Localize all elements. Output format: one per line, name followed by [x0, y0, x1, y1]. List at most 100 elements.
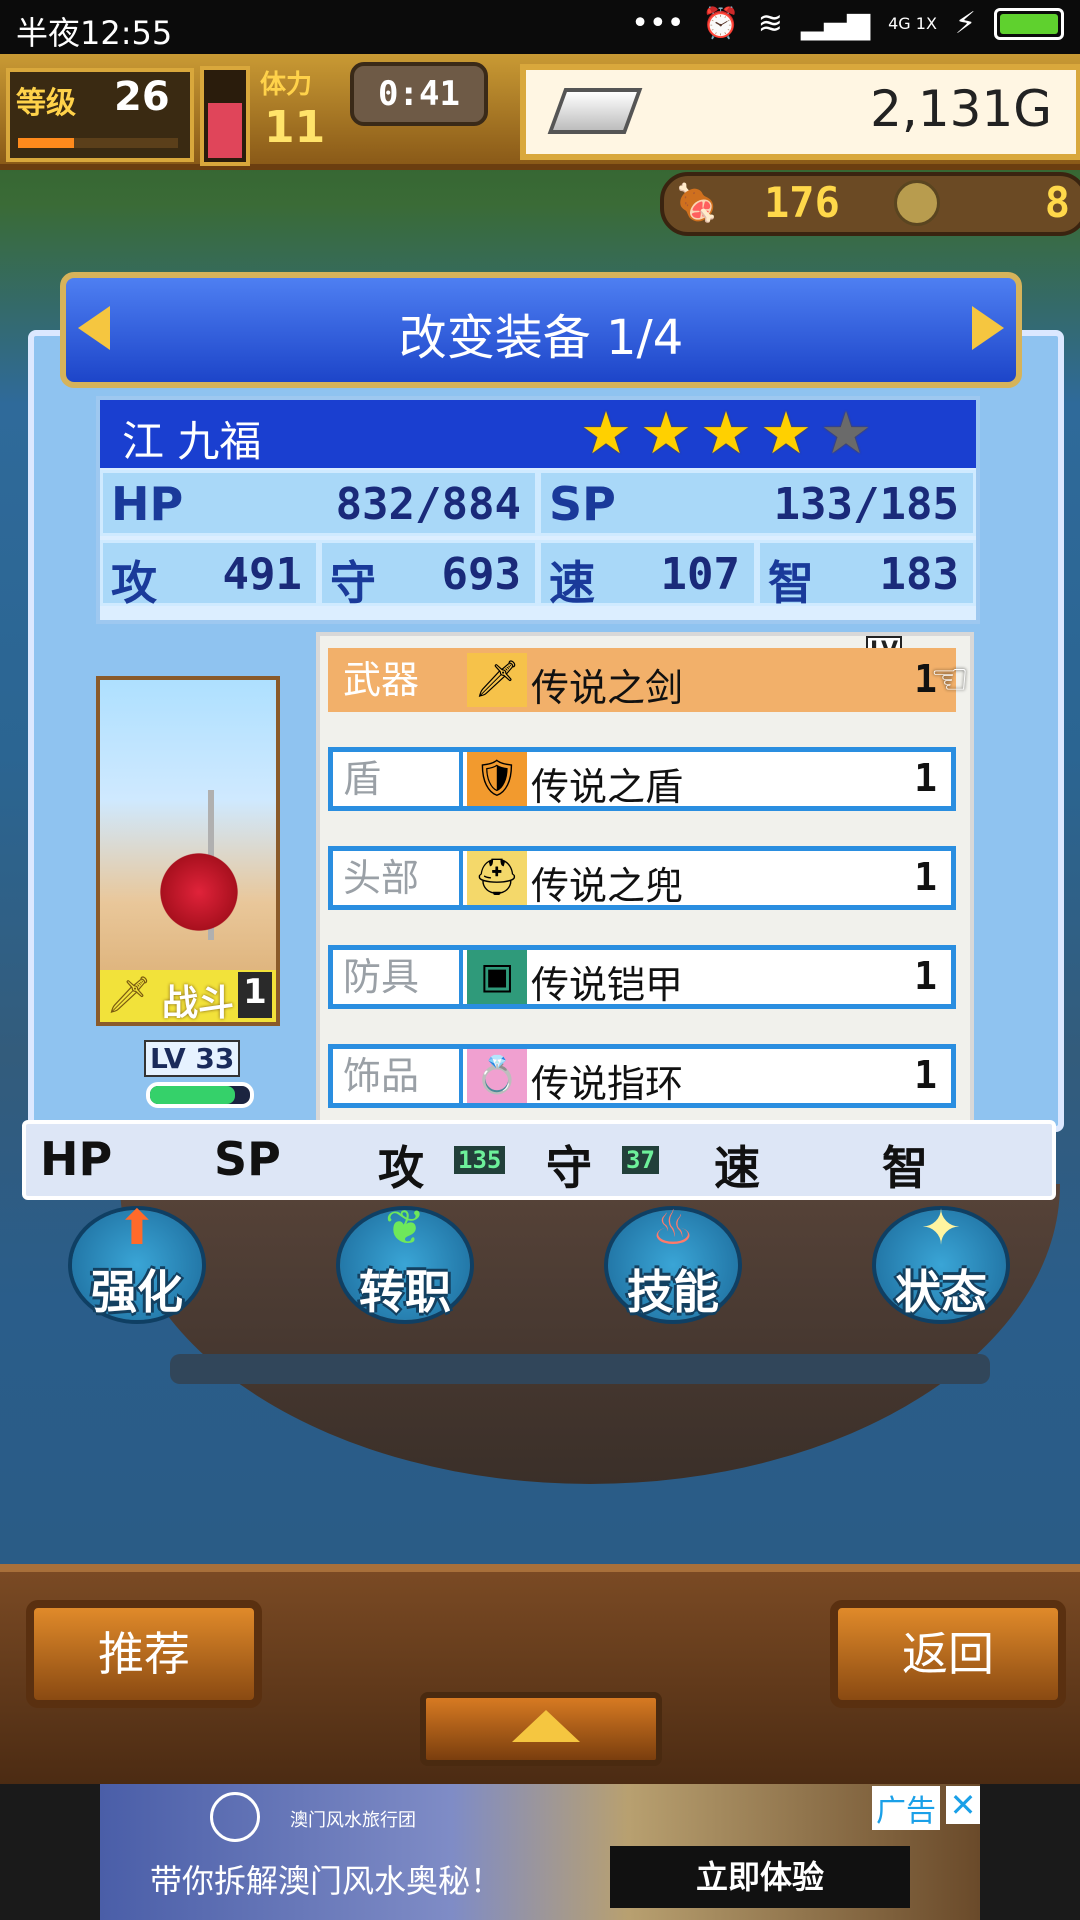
ad-close-icon[interactable]: ✕ — [946, 1786, 980, 1824]
star-filled-icon: ★ — [640, 399, 692, 467]
stamina-label: 体力 — [260, 70, 313, 100]
leaf-icon: ❦ — [384, 1200, 426, 1256]
battery-icon — [994, 7, 1064, 40]
coin-icon — [894, 180, 940, 226]
flame-icon: ♨ — [651, 1200, 695, 1256]
star-empty-icon: ★ — [820, 399, 872, 467]
sp-cell: SP 133/185 — [538, 470, 976, 536]
star-rating: ★ ★ ★ ★ ★ — [580, 404, 872, 462]
helmet-icon: ⛑ — [467, 851, 527, 905]
equipment-slot[interactable]: 饰品 💍 传说指环 1 — [328, 1044, 956, 1108]
alarm-icon: ⏰ — [702, 6, 740, 41]
wifi-icon: ≋ — [757, 6, 783, 41]
equipment-slot[interactable]: 武器 🗡 传说之剑 1 — [328, 648, 956, 712]
stat-label: 智 — [768, 556, 814, 610]
stat-cell: 速 107 — [538, 540, 757, 610]
stat-diff-bar: HP SP 攻 135 守 37 速 智 — [22, 1120, 1056, 1200]
back-button[interactable]: 返回 — [830, 1600, 1066, 1708]
sp-value: 133/185 — [773, 479, 959, 530]
hp-sp-row: HP 832/884 SP 133/185 — [100, 470, 976, 536]
item-name: 传说指环 — [531, 1062, 684, 1106]
status-label: 状态 — [895, 1265, 987, 1319]
exp-bar — [146, 1082, 254, 1108]
stat-label: 守 — [330, 556, 376, 610]
diff-def-label: 守 — [546, 1141, 592, 1195]
slot-type: 头部 — [333, 851, 463, 905]
status-icons: ••• ⏰ ≋ ▂▄▆ 4G 1X ⚡ — [631, 6, 1064, 41]
stat-label: 速 — [549, 556, 595, 610]
character-name: 江 九福 — [122, 417, 262, 466]
slot-type: 盾 — [333, 752, 463, 806]
stat-cell: 攻 491 — [100, 540, 319, 610]
sword-icon: 🗡 — [106, 975, 152, 1016]
expand-up-button[interactable] — [420, 1692, 662, 1766]
equipment-slot[interactable]: 盾 🛡 传说之盾 1 — [328, 747, 956, 811]
recommend-button[interactable]: 推荐 — [26, 1600, 262, 1708]
sparkle-icon: ✦ — [920, 1200, 962, 1256]
hp-value: 832/884 — [335, 479, 521, 530]
character-level: LV 33 — [144, 1040, 241, 1077]
item-name: 传说之盾 — [531, 765, 684, 809]
silver-ingot-icon — [547, 88, 643, 134]
stat-label: 攻 — [111, 556, 157, 610]
skill-button[interactable]: ♨ 技能 — [608, 1200, 738, 1320]
skill-label: 技能 — [627, 1265, 719, 1319]
slot-type: 武器 — [333, 653, 463, 707]
status-button[interactable]: ✦ 状态 — [876, 1200, 1006, 1320]
item-name: 传说之剑 — [531, 666, 684, 710]
diff-hp-label: HP — [40, 1132, 113, 1186]
item-level: 1 — [914, 1053, 937, 1097]
level-value: 26 — [114, 74, 170, 120]
ad-banner[interactable]: 澳门风水旅行团 带你拆解澳门风水奥秘！ 立即体验 广告 ✕ — [100, 1784, 980, 1920]
right-arrow-icon[interactable] — [972, 306, 1004, 350]
equipment-slot[interactable]: 头部 ⛑ 传说之兜 1 — [328, 846, 956, 910]
level-progress-bar — [18, 138, 178, 148]
diff-atk-label: 攻 — [378, 1141, 424, 1195]
ad-headline: 带你拆解澳门风水奥秘！ — [150, 1862, 503, 1900]
ad-cta-button[interactable]: 立即体验 — [610, 1846, 910, 1908]
item-level: 1 — [914, 756, 937, 800]
top-hud: 等级 26 体力 11 0:41 2,131G — [0, 54, 1080, 170]
sword-icon: 🗡 — [467, 653, 527, 707]
upgrade-button[interactable]: ⬆ 强化 — [72, 1200, 202, 1320]
item-name: 传说之兜 — [531, 864, 684, 908]
attribute-row: 攻 491 守 693 速 107 智 183 — [100, 540, 976, 610]
hero-sprite — [154, 820, 244, 940]
stat-value: 693 — [441, 549, 521, 600]
signal-icon: ▂▄▆ — [800, 6, 871, 41]
star-filled-icon: ★ — [580, 399, 632, 467]
stat-value: 491 — [222, 549, 302, 600]
slot-type: 防具 — [333, 950, 463, 1004]
stat-cell: 智 183 — [757, 540, 976, 610]
character-info: 江 九福 ★ ★ ★ ★ ★ HP 832/884 SP 133/185 攻 491 守… — [96, 396, 980, 624]
shield-icon: 🛡 — [467, 752, 527, 806]
more-dots-icon: ••• — [631, 6, 685, 41]
job-change-button[interactable]: ❦ 转职 — [340, 1200, 470, 1320]
arrow-up-icon: ⬆ — [116, 1200, 158, 1256]
title-bar: 改变装备 1/4 — [60, 272, 1022, 388]
panel-title: 改变装备 1/4 — [398, 310, 684, 366]
ad-label: 广告 — [872, 1786, 940, 1830]
character-name-bar: 江 九福 ★ ★ ★ ★ ★ — [100, 400, 976, 468]
charging-icon: ⚡ — [954, 6, 976, 41]
character-portrait[interactable]: 🗡 战斗 1 — [96, 676, 280, 1026]
diff-def-value: 37 — [622, 1146, 659, 1174]
equipment-slot[interactable]: 防具 ▣ 传说铠甲 1 — [328, 945, 956, 1009]
hp-label: HP — [111, 477, 184, 531]
armor-icon: ▣ — [467, 950, 527, 1004]
class-label: 战斗 — [162, 983, 235, 1024]
stamina-gauge — [200, 66, 250, 166]
upgrade-label: 强化 — [91, 1265, 183, 1319]
stamina-timer: 0:41 — [350, 62, 488, 126]
sp-label: SP — [549, 477, 616, 531]
ship-stripe — [170, 1354, 990, 1384]
gold-box[interactable]: 2,131G — [520, 64, 1080, 160]
pointer-hand-icon: ☜ — [930, 654, 970, 705]
level-label: 等级 — [16, 86, 76, 121]
class-rank: 1 — [238, 972, 272, 1018]
clock: 半夜12:55 — [16, 14, 173, 52]
class-badge: 🗡 战斗 1 — [100, 970, 276, 1024]
up-triangle-icon — [512, 1710, 580, 1742]
stat-value: 183 — [879, 549, 959, 600]
diff-spd-label: 速 — [714, 1141, 760, 1195]
